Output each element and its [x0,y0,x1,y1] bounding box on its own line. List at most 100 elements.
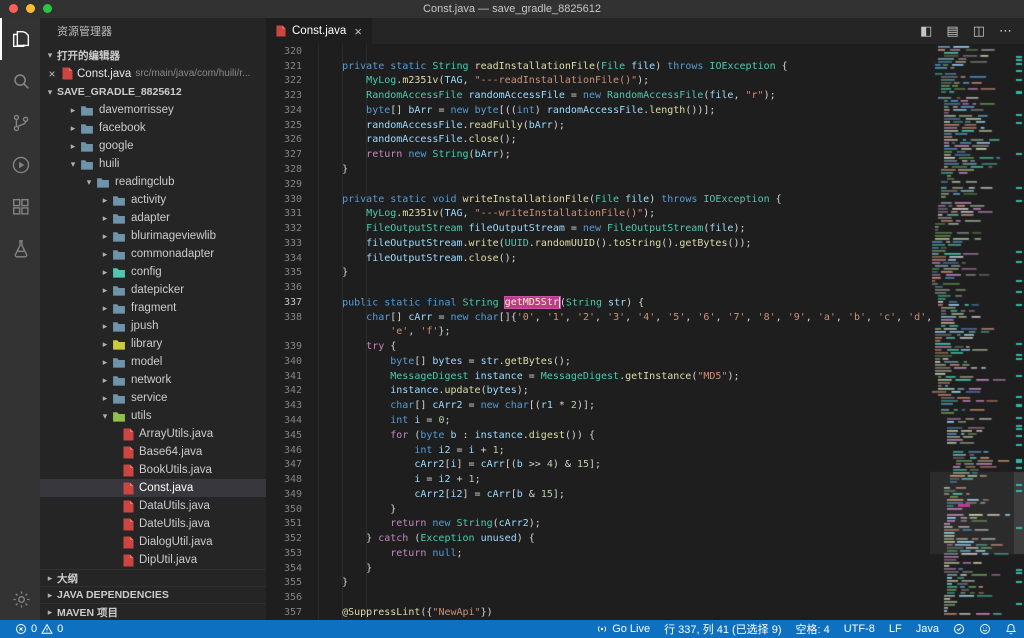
scrollbar-overview-ruler[interactable] [1014,44,1024,620]
tree-item-jpush[interactable]: ▸ jpush [40,317,266,335]
activity-settings-gear[interactable] [0,578,40,620]
open-editors-label: 打开的编辑器 [57,49,120,62]
tree-item-facebook[interactable]: ▸ facebook [40,119,266,137]
editor-actions: ◧ ▤ ◫ ⋯ [920,18,1024,44]
code-text: MyLog.m2351v(TAG, "---readInstallationFi… [366,75,650,87]
more-actions-icon[interactable]: ⋯ [999,23,1012,39]
tree-item-utils[interactable]: ▾ utils [40,407,266,425]
tree-item-network[interactable]: ▸ network [40,371,266,389]
tree-item-huili[interactable]: ▾ huili [40,155,266,173]
line-number: 341 [283,370,302,382]
folder-icon [113,303,125,314]
tree-item-label: google [99,140,134,152]
split-editor-icon[interactable]: ◫ [973,23,985,39]
tree-item-dateutils-java[interactable]: DateUtils.java [40,515,266,533]
open-preview-icon[interactable]: ▤ [946,23,958,39]
tree-item-library[interactable]: ▸ library [40,335,266,353]
chevron-right-icon: ▸ [70,122,76,133]
tree-item-adapter[interactable]: ▸ adapter [40,209,266,227]
tree-item-readingclub[interactable]: ▾ readingclub [40,173,266,191]
chevron-right-icon: ▸ [47,589,53,600]
tree-item-diputil-java[interactable]: DipUtil.java [40,551,266,569]
line-number: 330 [283,193,302,205]
go-live-button[interactable]: Go Live [589,620,657,638]
close-window-button[interactable] [9,4,18,13]
line-number: 329 [283,178,302,190]
minimap[interactable] [930,44,1014,620]
code-editor[interactable]: 320 321 private static String readInstall… [266,44,1024,620]
activity-run-debug-icon[interactable] [0,144,40,186]
code-line: 329 [266,177,930,192]
line-number: 352 [283,533,302,545]
activity-source-control-icon[interactable] [0,102,40,144]
line-number: 323 [283,90,302,102]
activity-extensions-icon[interactable] [0,186,40,228]
encoding-setting[interactable]: UTF-8 [837,620,882,638]
sidebar-section-maven[interactable]: ▸ MAVEN 项目 [40,603,266,620]
sidebar-section-java-dependencies[interactable]: ▸ JAVA DEPENDENCIES [40,586,266,603]
tree-item-label: DialogUtil.java [139,536,213,548]
problems-indicator[interactable]: 0 0 [8,620,70,638]
code-text: } [318,562,373,574]
activity-explorer-icon[interactable] [0,18,40,60]
code-line: 339 try { [266,339,930,354]
close-tab-icon[interactable]: × [354,24,362,39]
tree-item-davemorrissey[interactable]: ▸ davemorrissey [40,101,266,119]
tree-item-const-java[interactable]: Const.java [40,479,266,497]
editor-group: Const.java × ◧ ▤ ◫ ⋯ 320 321 private stat… [266,18,1024,620]
language-mode[interactable]: Java [909,620,946,638]
activity-bar-spacer [0,270,40,578]
activity-search-icon[interactable] [0,60,40,102]
tree-item-config[interactable]: ▸ config [40,263,266,281]
sidebar-title: 资源管理器 [57,26,112,38]
open-editors-section-header[interactable]: ▾ 打开的编辑器 [40,46,266,64]
code-line: 335 } [266,265,930,280]
tree-item-label: fragment [131,302,177,314]
tree-item-label: Base64.java [139,446,203,458]
tree-item-label: DipUtil.java [139,554,198,566]
line-number: 325 [283,119,302,131]
tree-item-dialogutil-java[interactable]: DialogUtil.java [40,533,266,551]
tree-item-google[interactable]: ▸ google [40,137,266,155]
line-number: 347 [283,459,302,471]
folder-icon [113,411,125,422]
sidebar-section-outline[interactable]: ▸ 大纲 [40,569,266,586]
code-line: 343 char[] cArr2 = new char[(r1 * 2)]; [266,398,930,413]
title-bar: Const.java — save_gradle_8825612 [0,0,1024,18]
tree-item-base64-java[interactable]: Base64.java [40,443,266,461]
tree-item-commonadapter[interactable]: ▸ commonadapter [40,245,266,263]
sidebar-bottom-sections: ▸ 大纲 ▸ JAVA DEPENDENCIES ▸ MAVEN 项目 [40,569,266,620]
folder-icon [81,105,93,116]
cursor-position[interactable]: 行 337, 列 41 (已选择 9) [657,620,788,638]
eol-setting[interactable]: LF [882,620,909,638]
close-editor-icon[interactable]: × [46,67,58,81]
tree-item-blurimageviewlib[interactable]: ▸ blurimageviewlib [40,227,266,245]
line-number: 346 [283,444,302,456]
project-root-header[interactable]: ▾ SAVE_GRADLE_8825612 [40,83,266,101]
tree-item-service[interactable]: ▸ service [40,389,266,407]
activity-test-beaker-icon[interactable] [0,228,40,270]
notifications-button[interactable] [998,620,1024,638]
tab-const-java[interactable]: Const.java × [266,18,372,44]
code-line: 328 } [266,162,930,177]
chevron-right-icon: ▸ [102,302,108,313]
tree-item-model[interactable]: ▸ model [40,353,266,371]
tree-item-arrayutils-java[interactable]: ArrayUtils.java [40,425,266,443]
java-status-button[interactable] [946,620,972,638]
tree-item-label: network [131,374,172,386]
java-file-icon [123,446,134,458]
tree-item-activity[interactable]: ▸ activity [40,191,266,209]
minimize-window-button[interactable] [26,4,35,13]
code-text: } [318,503,397,515]
tree-item-fragment[interactable]: ▸ fragment [40,299,266,317]
open-changes-icon[interactable]: ◧ [920,23,932,39]
tree-item-datautils-java[interactable]: DataUtils.java [40,497,266,515]
tree-item-bookutils-java[interactable]: BookUtils.java [40,461,266,479]
feedback-button[interactable] [972,620,998,638]
indentation-setting[interactable]: 空格: 4 [789,620,837,638]
tree-item-datepicker[interactable]: ▸ datepicker [40,281,266,299]
line-number: 338 [283,311,302,323]
line-number: 335 [283,267,302,279]
open-editor-item-const-java[interactable]: × Const.java src/main/java/com/huili/r..… [40,64,266,83]
zoom-window-button[interactable] [43,4,52,13]
